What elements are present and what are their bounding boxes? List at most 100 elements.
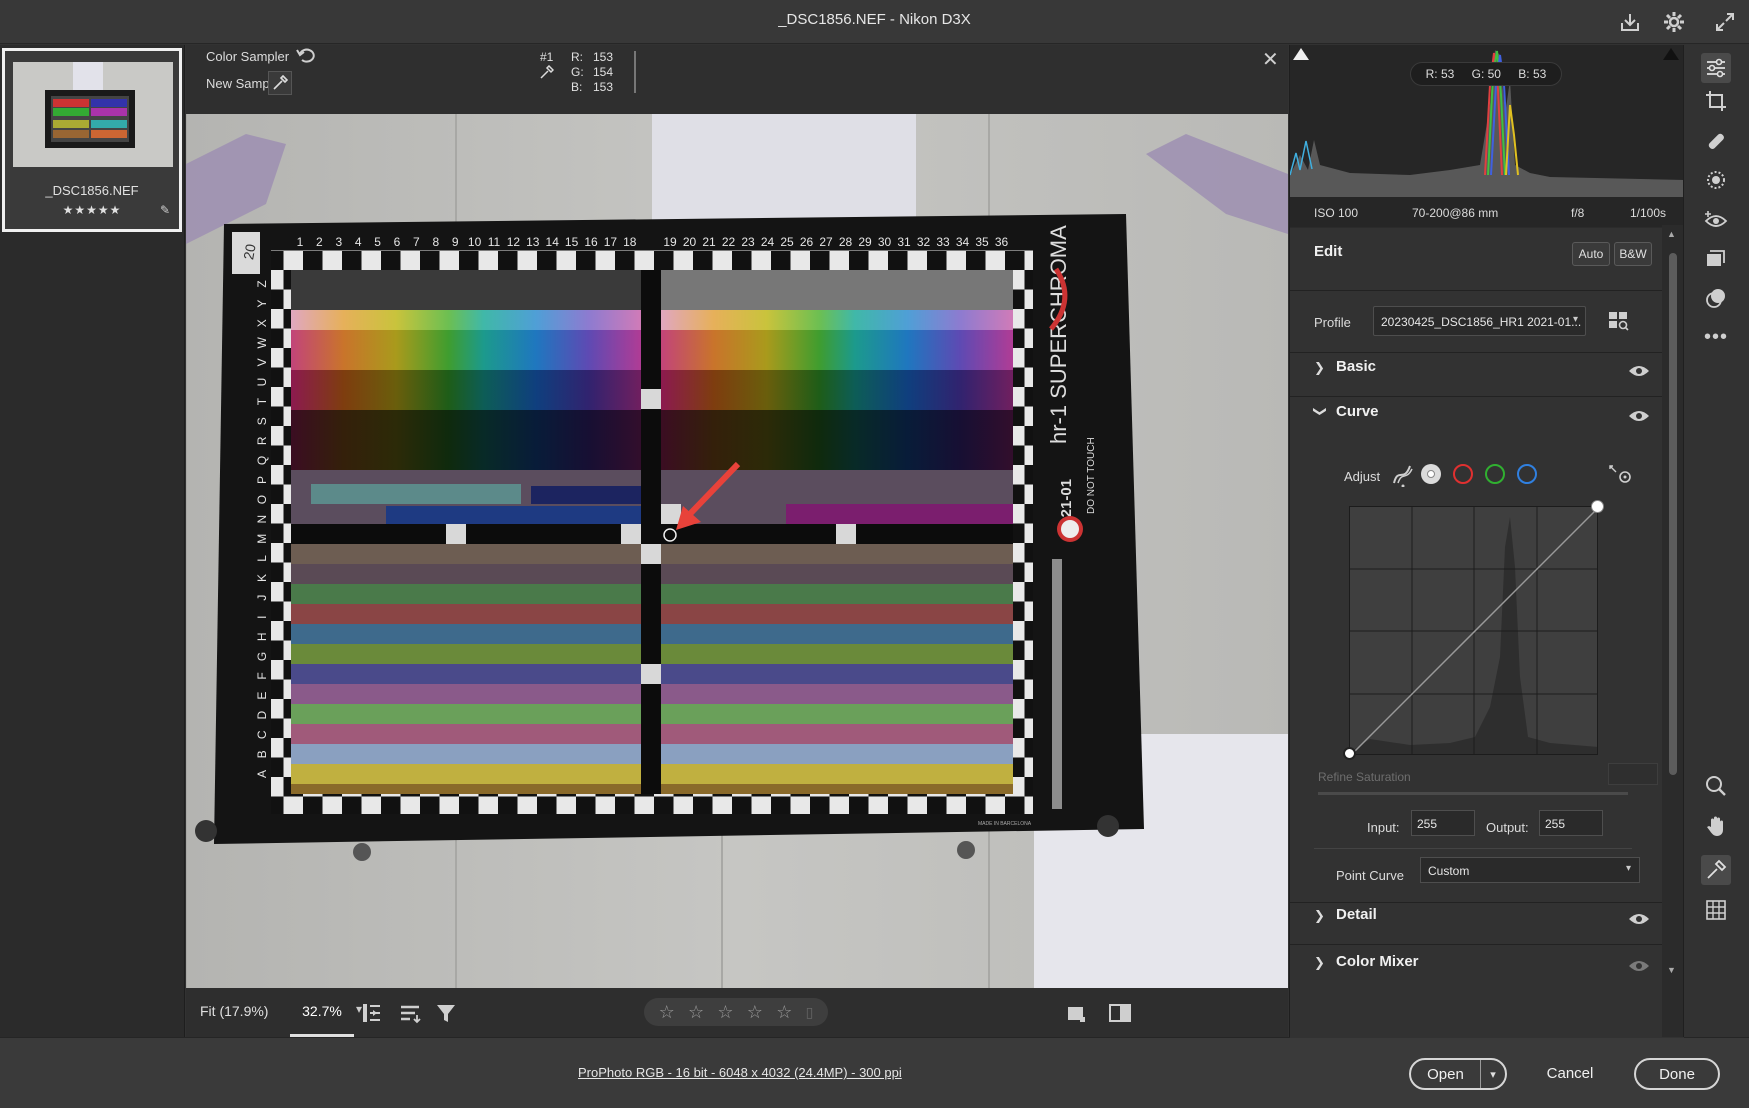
zoom-fit-button[interactable]: Fit (17.9%): [200, 1003, 268, 1019]
crop-icon[interactable]: [1701, 86, 1731, 116]
rating-star-5-icon[interactable]: ☆: [776, 1002, 792, 1023]
edit-sliders-icon[interactable]: [1701, 53, 1731, 83]
trash-icon[interactable]: ▯: [806, 1004, 814, 1021]
snapshots-icon[interactable]: [1701, 244, 1731, 274]
refine-saturation-value: [1608, 763, 1658, 785]
sample-b-label: B:: [571, 80, 583, 94]
hand-tool-icon[interactable]: [1701, 811, 1731, 841]
scroll-up-icon[interactable]: ▲: [1667, 229, 1676, 239]
column-number: 19: [663, 235, 677, 249]
column-number: 6: [394, 235, 401, 249]
section-color-mixer[interactable]: Color Mixer: [1336, 953, 1419, 970]
thumbnail-rating[interactable]: ★★★★★: [5, 203, 179, 217]
zoom-percentage[interactable]: 32.7%: [290, 988, 354, 1037]
highlight-clipping-icon[interactable]: [1662, 45, 1680, 61]
open-button-label[interactable]: Open: [1411, 1060, 1481, 1088]
point-curve-red-icon[interactable]: [1453, 464, 1473, 484]
auto-button[interactable]: Auto: [1572, 242, 1610, 266]
done-button[interactable]: Done: [1634, 1058, 1720, 1090]
column-number: 29: [858, 235, 872, 249]
image-canvas[interactable]: 20 1 2 3 4 5 6 7 8 9 10 11 12 13 14 15 1…: [186, 114, 1288, 988]
sort-icon[interactable]: [396, 999, 424, 1027]
workflow-options-link[interactable]: ProPhoto RGB - 16 bit - 6048 x 4032 (24.…: [578, 1065, 902, 1080]
column-number: 30: [878, 235, 892, 249]
rating-star-2-icon[interactable]: ☆: [688, 1002, 704, 1023]
new-sample-eyedropper-button[interactable]: [268, 71, 292, 95]
point-curve-select[interactable]: Custom ▾: [1420, 857, 1640, 883]
column-number: 26: [800, 235, 814, 249]
cancel-button[interactable]: Cancel: [1530, 1065, 1610, 1082]
sample-b-value: 153: [593, 80, 614, 94]
healing-icon[interactable]: [1701, 126, 1731, 156]
row-letter: S: [255, 417, 269, 425]
filmstrip-toggle-icon[interactable]: [358, 999, 386, 1027]
filmstrip-thumbnail[interactable]: _DSC1856.NEF ★★★★★ ✎: [2, 48, 182, 232]
output-field[interactable]: 255: [1539, 810, 1603, 836]
grid-overlay-icon[interactable]: [1701, 895, 1731, 925]
point-curve-green-icon[interactable]: [1485, 464, 1505, 484]
rating-star-4-icon[interactable]: ☆: [747, 1002, 763, 1023]
section-basic[interactable]: Basic: [1336, 358, 1376, 375]
column-number: 24: [761, 235, 775, 249]
row-letter: P: [255, 476, 269, 484]
rating-bar[interactable]: ☆ ☆ ☆ ☆ ☆ ▯: [644, 998, 828, 1026]
filter-icon[interactable]: [432, 999, 460, 1027]
sample-pin-icon[interactable]: [540, 64, 555, 84]
open-options-chevron-icon[interactable]: ▾: [1481, 1060, 1505, 1088]
row-letter: I: [255, 616, 269, 619]
before-after-icon[interactable]: [1106, 999, 1134, 1027]
scroll-down-icon[interactable]: ▼: [1667, 965, 1676, 975]
column-number: 1: [297, 235, 304, 249]
shadow-clipping-icon[interactable]: [1292, 45, 1310, 61]
masking-icon[interactable]: [1701, 165, 1731, 195]
profile-select[interactable]: 20230425_DSC1856_HR1 2021-01... ▾: [1373, 306, 1586, 336]
basic-expand-chevron-icon[interactable]: ❯: [1314, 360, 1325, 376]
curve-point-white[interactable]: [1591, 500, 1604, 513]
panel-scroll-thumb[interactable]: [1669, 253, 1677, 775]
reset-samplers-icon[interactable]: [294, 45, 320, 69]
profile-browser-icon[interactable]: [1608, 311, 1632, 331]
column-number: 8: [432, 235, 439, 249]
input-field[interactable]: 255: [1411, 810, 1475, 836]
row-letter: R: [255, 436, 269, 445]
point-curve-blue-icon[interactable]: [1517, 464, 1537, 484]
save-icon[interactable]: [1616, 8, 1644, 36]
rating-star-1-icon[interactable]: ☆: [659, 1002, 675, 1023]
point-curve-white-icon[interactable]: [1421, 464, 1441, 484]
close-sampler-icon[interactable]: ✕: [1262, 47, 1279, 72]
detail-visibility-eye-icon[interactable]: [1628, 912, 1650, 926]
panel-scrollbar[interactable]: ▲ ▼: [1662, 225, 1684, 1037]
parametric-curve-icon[interactable]: [1392, 463, 1414, 488]
rating-star-3-icon[interactable]: ☆: [717, 1002, 733, 1023]
targeted-adjustment-icon[interactable]: [1608, 464, 1634, 486]
open-button[interactable]: Open ▾: [1409, 1058, 1507, 1090]
zoom-tool-icon[interactable]: [1701, 771, 1731, 801]
red-eye-icon[interactable]: [1701, 205, 1731, 235]
curve-point-black[interactable]: [1343, 747, 1356, 760]
tone-curve-graph[interactable]: [1349, 506, 1598, 755]
column-number: 14: [546, 235, 560, 249]
row-letter: T: [255, 397, 269, 405]
profile-value: 20230425_DSC1856_HR1 2021-01...: [1381, 315, 1582, 329]
single-view-icon[interactable]: [1062, 999, 1090, 1027]
color-mixer-visibility-eye-icon[interactable]: [1628, 959, 1650, 973]
bw-button[interactable]: B&W: [1614, 242, 1652, 266]
curve-collapse-chevron-icon[interactable]: ❯: [1312, 406, 1328, 417]
detail-expand-chevron-icon[interactable]: ❯: [1314, 908, 1325, 924]
presets-icon[interactable]: [1701, 283, 1731, 313]
fullscreen-icon[interactable]: [1711, 8, 1739, 36]
output-label: Output:: [1486, 820, 1529, 835]
column-number: 18: [623, 235, 637, 249]
more-options-icon[interactable]: •••: [1701, 322, 1731, 352]
column-number: 16: [584, 235, 598, 249]
color-sampler-tool-icon[interactable]: [1701, 855, 1731, 885]
gear-icon[interactable]: [1660, 8, 1688, 36]
curve-visibility-eye-icon[interactable]: [1628, 409, 1650, 423]
basic-visibility-eye-icon[interactable]: [1628, 364, 1650, 378]
color-mixer-expand-chevron-icon[interactable]: ❯: [1314, 955, 1325, 971]
column-number: 9: [452, 235, 459, 249]
section-curve[interactable]: Curve: [1336, 403, 1379, 420]
column-number: 5: [374, 235, 381, 249]
chart-tag-text: 20: [240, 243, 258, 261]
section-detail[interactable]: Detail: [1336, 906, 1377, 923]
